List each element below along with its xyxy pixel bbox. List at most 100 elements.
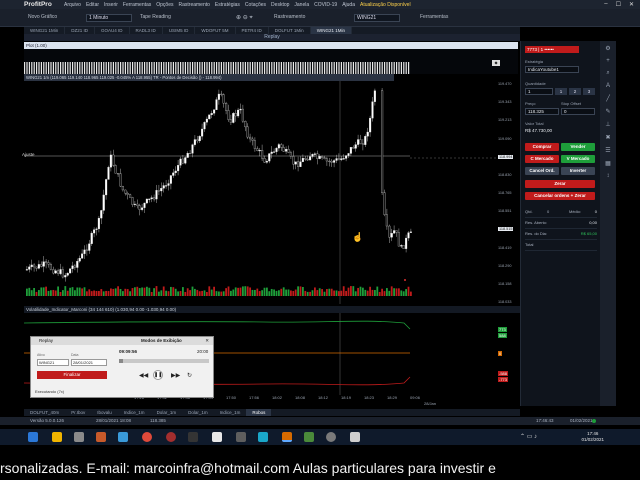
chrome-icon[interactable] (142, 432, 152, 442)
fast-forward-icon[interactable]: ▶▶ (171, 372, 180, 379)
menu-item[interactable]: Opções (156, 2, 173, 8)
workspace-tab[interactable]: Dolar_1m (151, 409, 183, 416)
edge-icon[interactable] (118, 432, 128, 442)
paint-icon[interactable] (350, 432, 360, 442)
menu-item[interactable]: Atualização Disponível (360, 2, 411, 8)
display-mode-label[interactable]: Modos de Exibição (141, 337, 182, 345)
rastreamento-button[interactable]: Rastreamento (272, 14, 307, 22)
zero-button[interactable]: Zerar (525, 180, 595, 188)
workspace-tab[interactable]: Pr.Ibov (65, 409, 91, 416)
account-select[interactable]: 7773 | 1 •••••• (525, 46, 579, 53)
candlestick-chart[interactable] (24, 80, 496, 304)
zoom-icon[interactable]: ⊕ ⊖ ⌖ (236, 14, 253, 22)
quantity-preset-button[interactable]: 1 (555, 88, 567, 95)
tape-reading-button[interactable]: Tape Reading (138, 14, 173, 22)
workspace-tab[interactable]: Dolar_1m (182, 409, 214, 416)
rewind-icon[interactable]: ◀◀ (139, 372, 148, 379)
list-icon[interactable]: ☰ (605, 147, 610, 154)
chart-tab[interactable]: WDOFUT 5M (195, 27, 236, 34)
plus-icon[interactable]: + (606, 58, 610, 64)
position-row-label: Res. do Dia: (525, 231, 548, 236)
menu-item[interactable]: Editar (86, 2, 99, 8)
reload-icon[interactable]: ↻ (187, 372, 192, 379)
workspace-tab[interactable]: Robos (246, 409, 272, 416)
arrow-icon[interactable]: ↕ (607, 173, 610, 179)
stop-offset-input[interactable]: 0 (561, 108, 595, 115)
line-tool-icon[interactable]: ╱ (606, 95, 610, 102)
gear-icon[interactable]: ⚙ (605, 45, 610, 52)
quantity-input[interactable]: 1 (525, 88, 553, 95)
minimize-icon[interactable]: – (604, 1, 607, 8)
reverse-button[interactable]: Inverter (561, 167, 595, 175)
chart-tab[interactable]: WING21 1Min (24, 27, 66, 34)
sell-button[interactable]: Vender (561, 143, 595, 151)
finalize-button[interactable]: Finalizar (37, 371, 107, 379)
replay-asset-input[interactable]: WING21 (37, 359, 69, 366)
replay-progress-track[interactable] (119, 359, 209, 363)
menu-item[interactable]: Arquivo (64, 2, 81, 8)
settings-icon[interactable] (212, 432, 222, 442)
menu-item[interactable]: COVID-19 (314, 2, 337, 8)
ticker-input[interactable]: WING21 (354, 14, 400, 22)
chart-tab[interactable]: USIM5 ID (163, 27, 196, 34)
office-icon[interactable] (96, 432, 106, 442)
obs-icon[interactable] (326, 432, 336, 442)
interval-select[interactable]: 1 Minuto (86, 14, 132, 22)
quantity-preset-button[interactable]: 2 (569, 88, 581, 95)
terminal-icon[interactable] (188, 432, 198, 442)
menu-item[interactable]: Desktop (271, 2, 289, 8)
close-icon[interactable]: ✕ (205, 337, 209, 345)
search-icon[interactable]: ⌕ (606, 70, 609, 77)
replay-bar: Replay (24, 34, 520, 41)
system-tray-icons[interactable]: ⌃ ▭ ♪ (520, 433, 537, 440)
buy-button[interactable]: Comprar (525, 143, 559, 151)
close-icon[interactable]: ✕ (629, 1, 634, 8)
quantity-preset-button[interactable]: 3 (583, 88, 595, 95)
menu-item[interactable]: Estratégias (215, 2, 240, 8)
strategy-select[interactable]: IndicaYoutube1 (525, 66, 579, 73)
new-chart-button[interactable]: Novo Gráfico (26, 14, 59, 22)
grid-icon[interactable]: ▦ (605, 160, 611, 167)
market-sell-button[interactable]: V Mercado (561, 155, 595, 163)
menu-item[interactable]: Inserir (104, 2, 118, 8)
menu-item[interactable]: Janela (294, 2, 309, 8)
task-view-icon[interactable] (74, 432, 84, 442)
workspace-tab[interactable]: Indice_1m (118, 409, 151, 416)
taskbar-clock[interactable]: 17:46 01/02/2021 (581, 431, 604, 442)
chart-tab[interactable]: WING21 1Min (310, 27, 352, 34)
calculator-icon[interactable] (236, 432, 246, 442)
text-icon[interactable]: A (606, 83, 610, 89)
cancel-and-zero-button[interactable]: Cancelar ordens + Zerar (525, 192, 595, 200)
price-input[interactable]: 118.325 (525, 108, 559, 115)
replay-progress-handle[interactable] (119, 359, 123, 363)
file-explorer-icon[interactable] (52, 432, 62, 442)
cancel-order-button[interactable]: Cancel Ord. (525, 167, 559, 175)
chart-tab[interactable]: GOAU4 ID (95, 27, 130, 34)
windows-start-icon[interactable] (28, 432, 38, 442)
profitpro-taskbar-icon[interactable] (282, 432, 292, 442)
chart-tab[interactable]: DZ21 ID (65, 27, 96, 34)
chart-tab[interactable]: DOLFUT 1Min (269, 27, 311, 34)
pencil-icon[interactable]: ✎ (605, 108, 610, 115)
menu-item[interactable]: Ferramentas (123, 2, 151, 8)
ferramentas-button[interactable]: Ferramentas (418, 14, 450, 22)
trash-icon[interactable]: ✖ (605, 134, 610, 141)
recorder-icon[interactable] (166, 432, 176, 442)
pause-icon[interactable]: ❚❚ (153, 370, 163, 380)
chart-tab[interactable]: PETR4 ID (236, 27, 269, 34)
workspace-tab[interactable]: DOLFUT_40m (24, 409, 65, 416)
notes-icon[interactable] (304, 432, 314, 442)
menu-item[interactable]: Cotações (245, 2, 266, 8)
maximize-icon[interactable]: ☐ (616, 1, 621, 8)
workspace-tab[interactable]: Ibovalu (91, 409, 118, 416)
volume-strip-bar (369, 62, 371, 74)
replay-date-input[interactable]: 28/01/2021 (71, 359, 107, 366)
market-buy-button[interactable]: C Mercado (525, 155, 559, 163)
menu-item[interactable]: Ajuda (342, 2, 355, 8)
chart-tab[interactable]: RADL3 ID (130, 27, 163, 34)
menu-item[interactable]: Rastreamento (179, 2, 210, 8)
workspace-tab[interactable]: Indice_1m (214, 409, 247, 416)
ruler-icon[interactable]: ⊥ (605, 121, 610, 128)
plot-settings-icon[interactable]: ◆ (492, 60, 500, 66)
store-icon[interactable] (258, 432, 268, 442)
